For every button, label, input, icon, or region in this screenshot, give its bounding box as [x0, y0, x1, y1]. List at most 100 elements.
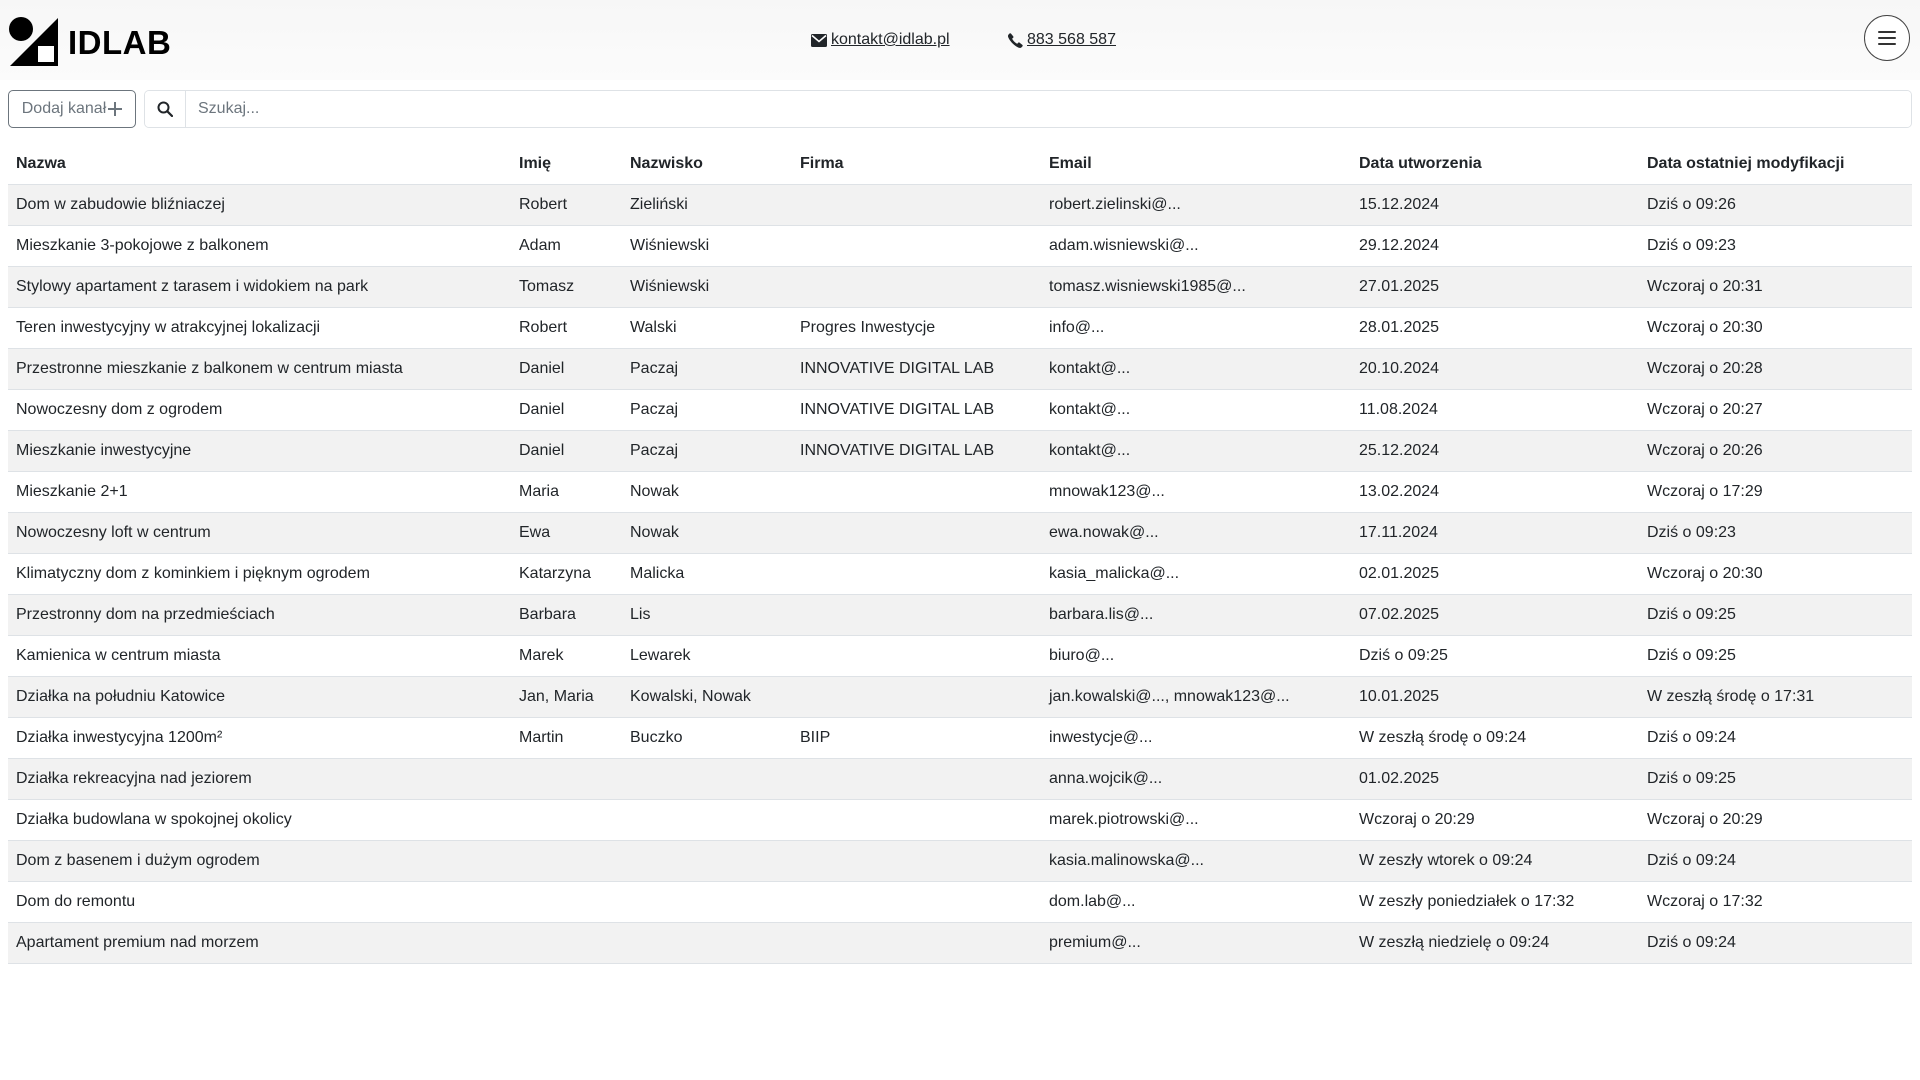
table-row[interactable]: Dom z basenem i dużym ogrodem kasia.malin…	[8, 840, 1912, 882]
cell-name: Dom do remontu	[8, 881, 511, 923]
cell-created: 29.12.2024	[1351, 225, 1639, 267]
contact-phone[interactable]: 883 568 587	[1008, 31, 1116, 49]
plus-icon	[108, 102, 123, 116]
column-header-first-name[interactable]: Imię	[511, 144, 622, 185]
cell-email: biuro@...	[1041, 635, 1351, 677]
cell-company	[792, 635, 1041, 677]
table-row[interactable]: Klimatyczny dom z kominkiem i pięknym og…	[8, 553, 1912, 595]
cell-company: Progres Inwestycje	[792, 307, 1041, 349]
cell-first-name: Daniel	[511, 430, 622, 472]
cell-modified: Wczoraj o 20:27	[1639, 389, 1912, 431]
cell-name: Mieszkanie inwestycyjne	[8, 430, 511, 472]
table-row[interactable]: Nowoczesny dom z ogrodem Daniel Paczaj INNO…	[8, 389, 1912, 431]
cell-modified: Dziś o 09:25	[1639, 594, 1912, 636]
cell-name: Działka rekreacyjna nad jeziorem	[8, 758, 511, 800]
cell-company	[792, 471, 1041, 513]
cell-modified: Dziś o 09:25	[1639, 758, 1912, 800]
cell-company	[792, 758, 1041, 800]
cell-email: tomasz.wisniewski1985@...	[1041, 266, 1351, 308]
cell-last-name: Paczaj	[622, 389, 792, 431]
cell-name: Klimatyczny dom z kominkiem i pięknym og…	[8, 553, 511, 595]
cell-last-name	[622, 881, 792, 923]
cell-created: 28.01.2025	[1351, 307, 1639, 349]
cell-created: 02.01.2025	[1351, 553, 1639, 595]
phone-icon	[1008, 32, 1023, 48]
table-row[interactable]: Dom w zabudowie bliźniaczej Robert Zielińs…	[8, 184, 1912, 226]
cell-name: Mieszkanie 2+1	[8, 471, 511, 513]
cell-created: 13.02.2024	[1351, 471, 1639, 513]
phone-link[interactable]: 883 568 587	[1027, 31, 1116, 49]
cell-modified: Dziś o 09:23	[1639, 225, 1912, 267]
menu-button[interactable]	[1864, 15, 1910, 61]
cell-modified: Wczoraj o 20:28	[1639, 348, 1912, 390]
cell-email: adam.wisniewski@...	[1041, 225, 1351, 267]
cell-last-name: Wiśniewski	[622, 225, 792, 267]
table-row[interactable]: Kamienica w centrum miasta Marek Lewarek bi…	[8, 635, 1912, 677]
table-row[interactable]: Działka rekreacyjna nad jeziorem anna.woj…	[8, 758, 1912, 800]
cell-created: W zeszły wtorek o 09:24	[1351, 840, 1639, 882]
cell-first-name: Marek	[511, 635, 622, 677]
column-header-last-name[interactable]: Nazwisko	[622, 144, 792, 185]
cell-company	[792, 225, 1041, 267]
add-channel-button[interactable]: Dodaj kanał	[8, 90, 136, 128]
table-row[interactable]: Apartament premium nad morzem premium@...…	[8, 922, 1912, 964]
cell-modified: Wczoraj o 20:31	[1639, 266, 1912, 308]
contact-email[interactable]: kontakt@idlab.pl	[811, 31, 950, 49]
column-header-email[interactable]: Email	[1041, 144, 1351, 185]
cell-name: Kamienica w centrum miasta	[8, 635, 511, 677]
cell-modified: Dziś o 09:23	[1639, 512, 1912, 554]
cell-last-name	[622, 840, 792, 882]
cell-email: kasia_malicka@...	[1041, 553, 1351, 595]
search-addon[interactable]	[145, 91, 186, 127]
table-row[interactable]: Mieszkanie 2+1 Maria Nowak mnowak123@... 13.…	[8, 471, 1912, 513]
table-row[interactable]: Mieszkanie inwestycyjne Daniel Paczaj INNOV…	[8, 430, 1912, 472]
cell-last-name: Zieliński	[622, 184, 792, 226]
cell-created: W zeszłą środę o 09:24	[1351, 717, 1639, 759]
cell-company: INNOVATIVE DIGITAL LAB	[792, 389, 1041, 431]
cell-created: 15.12.2024	[1351, 184, 1639, 226]
email-link[interactable]: kontakt@idlab.pl	[831, 31, 950, 49]
cell-created: 11.08.2024	[1351, 389, 1639, 431]
cell-company	[792, 184, 1041, 226]
table-header-row: Nazwa Imię Nazwisko Firma Email Data utw…	[8, 144, 1912, 185]
column-header-created[interactable]: Data utworzenia	[1351, 144, 1639, 185]
column-header-name[interactable]: Nazwa	[8, 144, 511, 185]
column-header-company[interactable]: Firma	[792, 144, 1041, 185]
table-row[interactable]: Działka inwestycyjna 1200m² Martin Buczko B…	[8, 717, 1912, 759]
cell-name: Działka budowlana w spokojnej okolicy	[8, 799, 511, 841]
cell-first-name: Katarzyna	[511, 553, 622, 595]
channels-table-wrapper: Nazwa Imię Nazwisko Firma Email Data utw…	[8, 144, 1912, 964]
cell-company	[792, 594, 1041, 636]
cell-last-name: Paczaj	[622, 430, 792, 472]
cell-last-name: Lewarek	[622, 635, 792, 677]
table-row[interactable]: Stylowy apartament z tarasem i widokiem …	[8, 266, 1912, 308]
cell-name: Przestronny dom na przedmieściach	[8, 594, 511, 636]
cell-company: INNOVATIVE DIGITAL LAB	[792, 430, 1041, 472]
cell-email: dom.lab@...	[1041, 881, 1351, 923]
search-input[interactable]	[186, 91, 1911, 127]
table-row[interactable]: Przestronny dom na przedmieściach Barbara…	[8, 594, 1912, 636]
cell-company	[792, 553, 1041, 595]
cell-first-name: Maria	[511, 471, 622, 513]
cell-name: Teren inwestycyjny w atrakcyjnej lokaliz…	[8, 307, 511, 349]
cell-modified: Wczoraj o 20:30	[1639, 553, 1912, 595]
table-row[interactable]: Działka na południu Katowice Jan, Maria Ko…	[8, 676, 1912, 718]
cell-last-name: Walski	[622, 307, 792, 349]
cell-name: Działka inwestycyjna 1200m²	[8, 717, 511, 759]
cell-company	[792, 512, 1041, 554]
table-row[interactable]: Przestronne mieszkanie z balkonem w cent…	[8, 348, 1912, 390]
table-row[interactable]: Nowoczesny loft w centrum Ewa Nowak ewa.now…	[8, 512, 1912, 554]
cell-company	[792, 922, 1041, 964]
column-header-modified[interactable]: Data ostatniej modyfikacji	[1639, 144, 1912, 185]
table-row[interactable]: Teren inwestycyjny w atrakcyjnej lokaliz…	[8, 307, 1912, 349]
cell-first-name: Robert	[511, 184, 622, 226]
table-row[interactable]: Mieszkanie 3-pokojowe z balkonem Adam Wiśn…	[8, 225, 1912, 267]
cell-company	[792, 266, 1041, 308]
table-row[interactable]: Działka budowlana w spokojnej okolicy mar…	[8, 799, 1912, 841]
table-row[interactable]: Dom do remontu dom.lab@... W zeszły ponied…	[8, 881, 1912, 923]
cell-first-name: Barbara	[511, 594, 622, 636]
cell-modified: Wczoraj o 20:30	[1639, 307, 1912, 349]
cell-name: Dom w zabudowie bliźniaczej	[8, 184, 511, 226]
brand-logo[interactable]: IDLAB	[8, 16, 171, 68]
cell-last-name: Wiśniewski	[622, 266, 792, 308]
